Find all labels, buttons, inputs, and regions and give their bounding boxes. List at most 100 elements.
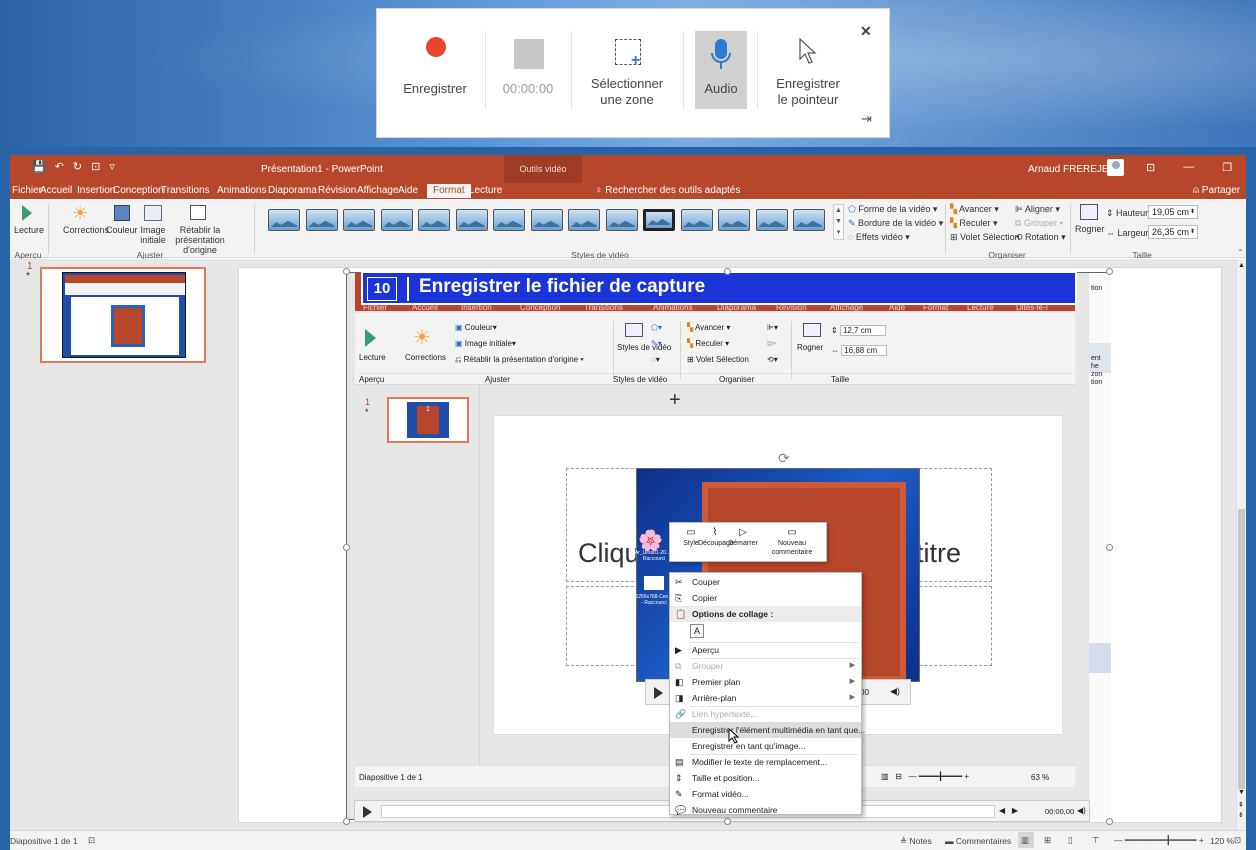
accessibility-icon[interactable]: ⊡ (88, 835, 95, 846)
vertical-scrollbar[interactable]: ▲ ▼ ⇞ ⇟ (1236, 259, 1246, 830)
context-menu-item-9[interactable]: Enregistrer en tant qu'image... (670, 738, 861, 754)
context-menu-item-5[interactable]: ◧ Premier plan ▶ (670, 674, 861, 690)
bring-forward-button[interactable]: ▚ Avancer ▾ (950, 204, 999, 214)
qat-icon-0[interactable]: 💾 (32, 160, 46, 173)
notes-button[interactable]: ≜ Notes (900, 836, 932, 847)
close-icon[interactable]: ✕ (860, 23, 872, 40)
zoom-slider[interactable]: — ━━━━━━━━╋━━━━━ + (1114, 835, 1204, 846)
select-area-button[interactable]: + Sélectionner une zone (575, 29, 679, 109)
slide-sorter-icon[interactable]: ⊞ (1044, 835, 1051, 846)
tab-diaporama[interactable]: Diaporama (268, 185, 317, 197)
video-step-icons[interactable]: ◀ ▶ (999, 806, 1018, 815)
align-button[interactable]: ⊫ Aligner ▾ (1015, 204, 1060, 214)
normal-view-icon[interactable]: ▥ (1021, 835, 1029, 846)
context-menu-item-3[interactable]: ▶ Aperçu (670, 642, 861, 658)
video-style-2[interactable] (305, 209, 338, 231)
context-menu-item-8[interactable]: Enregistrer l'élément multimédia en tant… (670, 722, 865, 738)
video-style-14[interactable] (755, 209, 788, 231)
mini-toolbar-crop-button[interactable]: ⌇ Découpage (698, 526, 734, 548)
volume-icon[interactable]: ◀) (1077, 806, 1086, 815)
play-button[interactable]: Lecture (14, 203, 44, 247)
context-menu-item-7[interactable]: 🔗 Lien hypertexte... (670, 706, 861, 722)
context-menu-item-2[interactable]: 📋 Options de collage : (670, 606, 861, 622)
video-effects-button[interactable]: ◌ Effets vidéo ▾ (848, 232, 910, 242)
video-shape-button[interactable]: ⬠ Forme de la vidéo ▾ (848, 204, 937, 214)
restore-icon[interactable]: ❐ (1222, 161, 1232, 174)
tab-accueil[interactable]: Accueil (40, 185, 72, 197)
context-menu-item-13[interactable]: 💬 Nouveau commentaire (670, 802, 861, 818)
context-menu-icon: 📋 (675, 609, 687, 619)
video-style-5[interactable] (418, 209, 450, 231)
collapse-ribbon-icon[interactable]: ⌃ (1237, 248, 1244, 257)
audio-toggle[interactable]: Audio (695, 31, 747, 109)
group-button[interactable]: ⧉ Grouper ▾ (1015, 218, 1063, 228)
context-menu-item-10[interactable]: ▤ Modifier le texte de remplacement... (670, 754, 861, 770)
gallery-scroll[interactable]: ▲ ▼ ▾ (833, 204, 844, 240)
height-input[interactable]: 19,05 cm ⬍ (1148, 205, 1198, 219)
video-style-13[interactable] (718, 209, 750, 231)
record-pointer-button[interactable]: Enregistrer le pointeur (763, 29, 853, 109)
stop-button[interactable]: 00:00:00 (489, 29, 567, 109)
color-button[interactable]: Couleur (104, 203, 138, 247)
crop-button[interactable]: Rogner (1074, 204, 1105, 248)
send-backward-button[interactable]: ▚ Reculer ▾ (950, 218, 997, 228)
minimize-icon[interactable]: — (1183, 161, 1194, 174)
qat-icon-1[interactable]: ↶ (55, 160, 64, 173)
slideshow-icon[interactable]: ⊤ (1092, 835, 1099, 846)
width-input[interactable]: 26,35 cm ⬍ (1148, 225, 1198, 239)
tab-aide[interactable]: Aide (398, 185, 418, 197)
context-menu-item-1[interactable]: ⎘ Copier (670, 590, 861, 606)
video-style-11[interactable] (643, 209, 675, 231)
pin-icon[interactable]: ⇥ (861, 111, 872, 127)
paste-keep-text-icon[interactable]: A (690, 624, 704, 638)
tab-lecture[interactable]: Lecture (469, 185, 502, 197)
rotate-handle-icon[interactable]: ⟳ (778, 450, 790, 467)
corrections-button[interactable]: ☀ Corrections (54, 203, 110, 247)
share-button[interactable]: ⍝ Partager (1193, 185, 1240, 196)
video-style-9[interactable] (568, 209, 600, 231)
video-style-1[interactable] (268, 209, 300, 231)
context-menu-item-11[interactable]: ⇕ Taille et position... (670, 770, 861, 786)
scrollbar-thumb[interactable] (1238, 509, 1245, 789)
fit-to-window-icon[interactable]: ⊡ (1234, 835, 1241, 846)
video-style-6[interactable] (455, 209, 488, 231)
context-menu-item-4[interactable]: ⧉ Grouper ▶ (670, 658, 861, 674)
context-menu-item-0[interactable]: ✂ Couper (670, 574, 861, 590)
slide-thumbnail[interactable] (40, 267, 206, 363)
image-initiale-button[interactable]: Image initiale (138, 203, 168, 247)
reset-design-button[interactable]: Rétablir la présentation d'origine (168, 203, 230, 255)
comments-button[interactable]: ▬ Commentaires (945, 836, 1011, 846)
mini-toolbar-new-comment-button[interactable]: ▭ Nouveau commentaire (762, 526, 822, 557)
video-style-7[interactable] (493, 209, 525, 231)
reading-view-icon[interactable]: ▯ (1068, 835, 1073, 846)
tab-fichier[interactable]: Fichier (12, 185, 42, 197)
video-style-4[interactable] (380, 209, 413, 231)
video-style-10[interactable] (605, 209, 638, 231)
video-style-3[interactable] (343, 209, 375, 231)
rotate-button[interactable]: ⟲ Rotation ▾ (1015, 232, 1066, 242)
context-menu-item-6[interactable]: ◨ Arrière-plan ▶ (670, 690, 861, 706)
record-button[interactable]: Enregistrer (395, 29, 475, 109)
ribbon-display-icon[interactable]: ⊡ (1146, 161, 1155, 174)
video-style-8[interactable] (530, 209, 563, 231)
tell-me-search[interactable]: ♀ Rechercher des outils adaptés (595, 185, 740, 196)
qat-icon-4[interactable]: ▿ (109, 160, 115, 173)
tab-format[interactable]: Format (427, 184, 471, 198)
video-style-12[interactable] (680, 209, 713, 231)
tab-révision[interactable]: Révision (318, 185, 356, 197)
video-border-button[interactable]: ✎ Bordure de la vidéo ▾ (848, 218, 943, 228)
qat-icon-2[interactable]: ↻ (73, 160, 82, 173)
tab-transitions[interactable]: Transitions (161, 185, 210, 197)
mini-toolbar-start-button[interactable]: ▷ Démarrer (728, 526, 758, 548)
video-styles-gallery[interactable] (260, 205, 832, 243)
video-style-15[interactable] (793, 209, 825, 231)
context-menu-item-12[interactable]: ✎ Format vidéo... (670, 786, 861, 802)
video-play-icon[interactable] (363, 806, 372, 818)
tab-animations[interactable]: Animations (217, 185, 266, 197)
avatar[interactable] (1107, 159, 1124, 176)
tab-insertion[interactable]: Insertion (77, 185, 115, 197)
tab-affichage[interactable]: Affichage (357, 185, 399, 197)
tab-conception[interactable]: Conception (113, 185, 164, 197)
qat-icon-3[interactable]: ⊡ (91, 160, 100, 173)
selection-pane-button[interactable]: ⊞ Volet Sélection (950, 232, 1020, 242)
